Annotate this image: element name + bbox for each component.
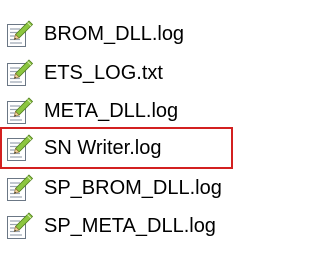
notepad-document-icon xyxy=(6,173,34,203)
notepad-document-icon xyxy=(6,58,34,88)
file-name: BROM_DLL.log xyxy=(44,23,185,45)
file-name: SP_BROM_DLL.log xyxy=(44,177,222,199)
file-item-sp-brom-dll-log[interactable]: SP_BROM_DLL.log xyxy=(6,171,222,205)
notepad-document-icon xyxy=(6,96,34,126)
file-item-sp-meta-dll-log[interactable]: SP_META_DLL.log xyxy=(6,209,216,243)
file-name: META_DLL.log xyxy=(44,100,179,122)
file-name: SP_META_DLL.log xyxy=(44,215,216,237)
file-list: BROM_DLL.log ETS_LOG.txt META_DLL.log SN… xyxy=(0,0,264,253)
file-name: ETS_LOG.txt xyxy=(44,62,163,84)
highlight-box xyxy=(0,127,233,169)
file-item-brom-dll-log[interactable]: BROM_DLL.log xyxy=(6,17,184,51)
notepad-document-icon xyxy=(6,19,34,49)
notepad-document-icon xyxy=(6,211,34,241)
file-item-meta-dll-log[interactable]: META_DLL.log xyxy=(6,94,178,128)
file-item-ets-log-txt[interactable]: ETS_LOG.txt xyxy=(6,56,163,90)
